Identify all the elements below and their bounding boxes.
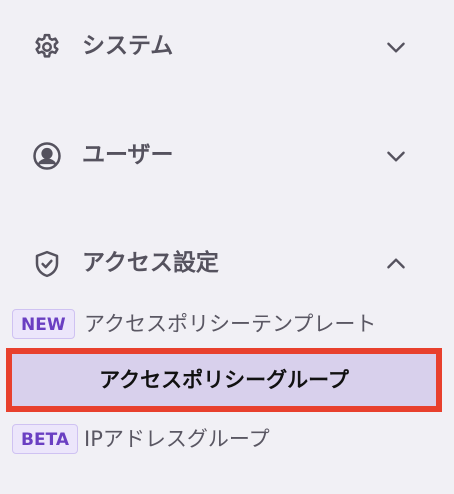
sidebar-item-ip-address-group[interactable]: BETA IPアドレスグループ	[0, 417, 454, 461]
sidebar-section-label: システム	[82, 33, 174, 59]
sidebar-item-access-policy-template[interactable]: NEW アクセスポリシーテンプレート	[0, 302, 454, 346]
chevron-up-icon	[383, 251, 409, 277]
chevron-down-icon	[383, 143, 409, 169]
sidebar-item-label: アクセスポリシーグループ	[99, 368, 349, 392]
sidebar-section-label: アクセス設定	[82, 250, 219, 276]
beta-badge: BETA	[12, 424, 79, 454]
shield-check-icon	[32, 249, 62, 279]
sidebar-item-label: アクセスポリシーテンプレート	[84, 312, 377, 336]
sidebar-section-access[interactable]: アクセス設定	[0, 233, 454, 293]
new-badge: NEW	[12, 309, 75, 339]
sidebar-section-label: ユーザー	[82, 142, 174, 168]
sidebar-section-system[interactable]: システム	[0, 16, 454, 76]
chevron-down-icon	[383, 34, 409, 60]
sidebar-item-label: IPアドレスグループ	[84, 427, 270, 451]
sidebar-item-access-policy-group[interactable]: アクセスポリシーグループ	[6, 348, 442, 412]
gear-icon	[32, 32, 62, 62]
user-circle-icon	[32, 141, 62, 171]
sidebar-section-users[interactable]: ユーザー	[0, 125, 454, 185]
